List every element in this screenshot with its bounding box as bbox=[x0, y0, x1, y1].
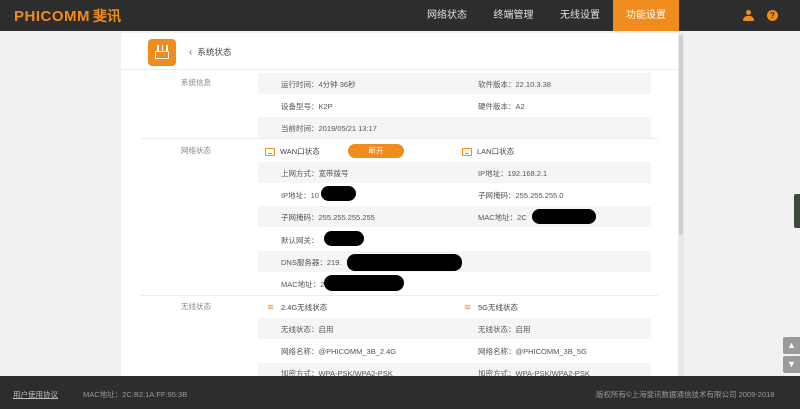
section-network-status: 网络状态 bbox=[181, 146, 211, 155]
wifi-5g-header: ≋ 5G无线状态 bbox=[462, 302, 518, 313]
top-icon-group: ? bbox=[742, 10, 778, 22]
admin-icon[interactable] bbox=[742, 10, 755, 22]
user-agreement-link[interactable]: 用户使用协议 bbox=[13, 389, 58, 400]
scroll-top-button[interactable]: ▲ bbox=[783, 337, 800, 354]
uptime-value: 运行时间：4分钟 36秒 bbox=[281, 80, 356, 89]
wifi-5g-encryption: 加密方式：WPA-PSK/WPA2-PSK bbox=[478, 369, 590, 376]
main-nav: 网络状态 终端管理 无线设置 功能设置 bbox=[414, 0, 679, 31]
wan-subnet-mask: 子网掩码：255.255.255.255 bbox=[281, 213, 375, 222]
router-icon bbox=[148, 39, 176, 66]
page-title: 系统状态 bbox=[197, 47, 232, 57]
scroll-bottom-button[interactable]: ▼ bbox=[783, 356, 800, 373]
wifi-24g-encryption: 加密方式：WPA-PSK/WPA2-PSK bbox=[281, 369, 393, 376]
wan-disconnect-button[interactable]: 断开 bbox=[348, 144, 404, 158]
nav-wireless-settings[interactable]: 无线设置 bbox=[547, 0, 613, 31]
wifi-5g-state: 无线状态：启用 bbox=[478, 325, 531, 334]
hardware-version-value: 硬件版本：A2 bbox=[478, 102, 525, 111]
wan-mac-address: MAC地址：2C bbox=[281, 280, 330, 289]
back-to-system-status[interactable]: ‹ 系统状态 bbox=[189, 46, 231, 58]
wan-dns-server: DNS服务器：219. bbox=[281, 258, 342, 267]
phicomm-logo[interactable]: PHICOMM 斐讯 bbox=[14, 7, 121, 25]
side-panel-tab[interactable] bbox=[794, 194, 800, 228]
nav-feature-settings[interactable]: 功能设置 bbox=[613, 0, 679, 31]
redaction-mark bbox=[324, 231, 364, 246]
logo-text-en: PHICOMM bbox=[14, 7, 90, 25]
wifi-24g-state: 无线状态：启用 bbox=[281, 325, 334, 334]
wan-access-mode: 上网方式：宽带拨号 bbox=[281, 169, 349, 178]
redaction-mark bbox=[347, 254, 462, 271]
wifi-5g-title: 5G无线状态 bbox=[478, 303, 519, 312]
device-model-value: 设备型号：K2P bbox=[281, 102, 333, 111]
redaction-mark bbox=[324, 275, 404, 291]
chevron-left-icon: ‹ bbox=[189, 46, 193, 58]
footer: 用户使用协议 MAC地址：2C:B2:1A:FF:95:3B 版权所有©上海斐讯… bbox=[0, 376, 800, 409]
wan-ip-address: IP地址：10 bbox=[281, 191, 319, 200]
system-status-card: ‹ 系统状态 系统信息 运行时间：4分钟 36秒 软件版本：22.10.3.38… bbox=[121, 33, 678, 376]
ethernet-port-icon bbox=[265, 147, 275, 156]
lan-mac-address: MAC地址：2C bbox=[478, 213, 527, 222]
top-navigation-bar: PHICOMM 斐讯 网络状态 终端管理 无线设置 功能设置 ? bbox=[0, 0, 800, 31]
lan-ip-address: IP地址：192.168.2.1 bbox=[478, 169, 548, 178]
section-system-info: 系统信息 bbox=[181, 78, 211, 87]
wifi-24g-ssid: 网络名称：@PHICOMM_3B_2.4G bbox=[281, 347, 397, 356]
lan-status-header: LAN口状态 bbox=[462, 146, 514, 157]
footer-mac-address: MAC地址：2C:B2:1A:FF:95:3B bbox=[83, 390, 188, 399]
redaction-mark bbox=[532, 209, 596, 224]
section-wireless-status: 无线状态 bbox=[181, 302, 211, 311]
lan-status-title: LAN口状态 bbox=[477, 147, 515, 156]
wifi-24g-title: 2.4G无线状态 bbox=[281, 303, 328, 312]
footer-copyright: 版权所有©上海斐讯数据通信技术有限公司 2009-2018 bbox=[596, 390, 775, 399]
section-divider bbox=[141, 295, 658, 296]
help-icon[interactable]: ? bbox=[767, 10, 778, 21]
wifi-24g-header: ≋ 2.4G无线状态 bbox=[265, 302, 328, 313]
wan-status-title: WAN口状态 bbox=[280, 147, 320, 156]
section-divider bbox=[141, 138, 658, 139]
wifi-5g-ssid: 网络名称：@PHICOMM_3B_5G bbox=[478, 347, 587, 356]
wifi-icon: ≋ bbox=[266, 302, 275, 312]
nav-terminal-management[interactable]: 终端管理 bbox=[480, 0, 547, 31]
wan-status-header: WAN口状态 bbox=[265, 146, 320, 157]
current-time-value: 当前时间：2019/05/21 13:17 bbox=[281, 124, 377, 133]
redaction-mark bbox=[321, 186, 356, 201]
wan-default-gateway: 默认网关： bbox=[281, 236, 319, 245]
nav-network-status[interactable]: 网络状态 bbox=[414, 0, 480, 31]
header-divider bbox=[121, 69, 678, 70]
logo-text-cn: 斐讯 bbox=[93, 8, 121, 24]
scrollbar-thumb[interactable] bbox=[679, 35, 683, 235]
content-scrollbar[interactable] bbox=[678, 33, 684, 376]
wifi-icon: ≋ bbox=[463, 302, 472, 312]
ethernet-port-icon bbox=[462, 147, 472, 156]
software-version-value: 软件版本：22.10.3.38 bbox=[478, 80, 551, 89]
lan-subnet-mask: 子网掩码：255.255.255.0 bbox=[478, 191, 564, 200]
